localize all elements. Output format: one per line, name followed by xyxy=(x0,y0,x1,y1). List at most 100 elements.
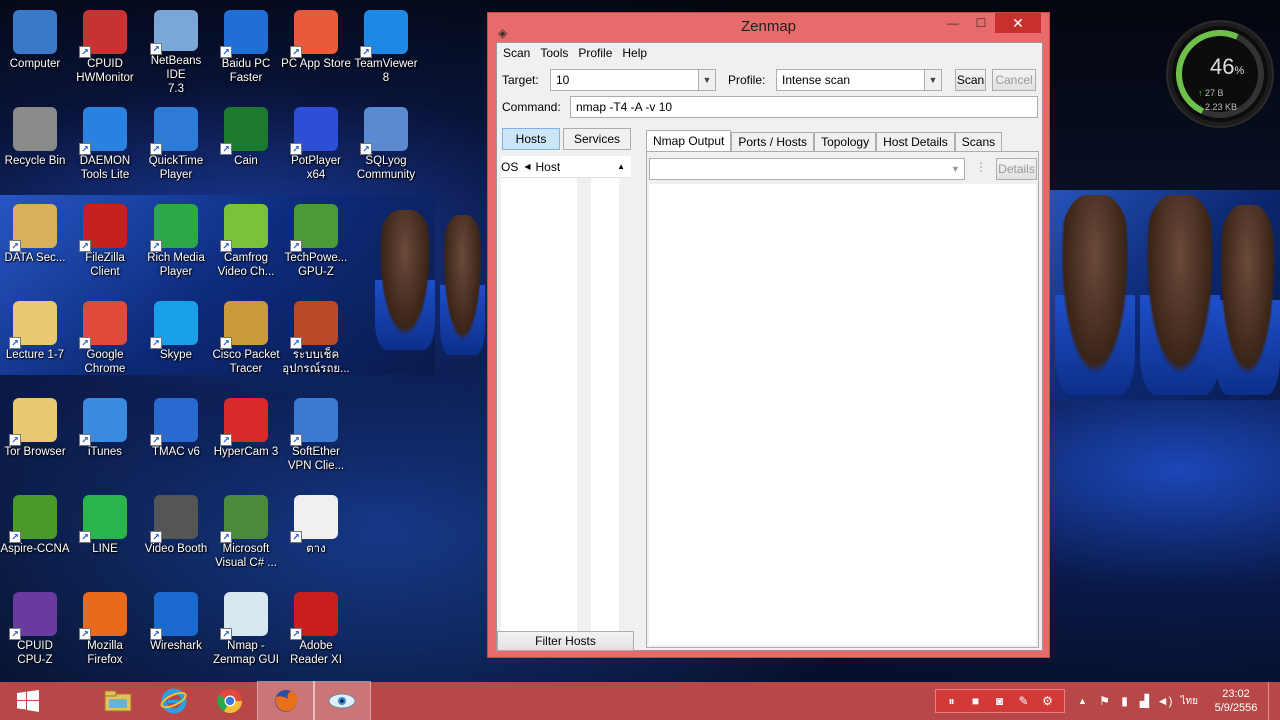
input-language[interactable]: ไทย xyxy=(1181,694,1198,709)
menu-scan[interactable]: Scan xyxy=(501,46,536,60)
column-host[interactable]: Host xyxy=(536,160,561,174)
stop-icon[interactable]: ■ xyxy=(968,694,984,708)
chevron-down-icon[interactable]: ▼ xyxy=(698,70,715,90)
desktop-icon[interactable]: ↗ Video Booth xyxy=(141,489,211,581)
taskbar-internet-explorer[interactable] xyxy=(146,682,202,720)
tab-ports-hosts[interactable]: Ports / Hosts xyxy=(731,132,815,152)
desktop-icon[interactable]: ↗ Microsoft Visual C# ... xyxy=(211,489,281,581)
menu-help[interactable]: Help xyxy=(620,46,653,60)
taskbar-chrome[interactable] xyxy=(202,682,258,720)
desktop-icon-label: ระบบเช็ค อุปกรณ์รถย... xyxy=(282,349,350,375)
desktop-icon[interactable]: ↗ DAEMON Tools Lite xyxy=(70,101,140,193)
action-center-flag-icon[interactable]: ⚑ xyxy=(1097,694,1113,708)
desktop-icon[interactable]: ↗ Wireshark xyxy=(141,586,211,678)
desktop-icon[interactable]: ↗ SQLyog Community xyxy=(351,101,421,193)
command-input[interactable]: nmap -T4 -A -v 10 xyxy=(570,96,1038,118)
desktop-icon[interactable]: ↗ Adobe Reader XI xyxy=(281,586,351,678)
settings-icon[interactable]: ⚙ xyxy=(1040,694,1056,708)
desktop-icon-label: CPUID HWMonitor xyxy=(76,58,134,84)
tab-topology[interactable]: Topology xyxy=(814,132,877,152)
draw-icon[interactable]: ✎ xyxy=(1016,694,1032,708)
taskbar-zenmap[interactable] xyxy=(313,681,371,720)
desktop-icon[interactable]: ↗ TechPowe... GPU-Z xyxy=(281,198,351,290)
signal-icon[interactable]: ▟ xyxy=(1137,694,1153,708)
sort-up-icon[interactable]: ▲ xyxy=(617,162,625,171)
desktop-icon[interactable]: ↗ Skype xyxy=(141,295,211,387)
minimize-button[interactable]: — xyxy=(939,13,967,33)
host-list-scrollbar[interactable] xyxy=(591,178,619,634)
desktop-icon[interactable]: ↗ FileZilla Client xyxy=(70,198,140,290)
desktop-icon[interactable]: ↗ ตาง xyxy=(281,489,351,581)
window-titlebar[interactable]: ◈ Zenmap — ☐ ✕ xyxy=(488,13,1049,41)
shortcut-arrow-icon: ↗ xyxy=(9,531,21,543)
chevron-down-icon[interactable]: ▼ xyxy=(924,70,941,90)
target-combo[interactable]: 10 ▼ xyxy=(550,69,716,91)
desktop-icon[interactable]: ↗ CPUID CPU-Z xyxy=(0,586,70,678)
desktop-icon[interactable]: ↗ DATA Sec... xyxy=(0,198,70,290)
scan-button[interactable]: Scan xyxy=(955,69,986,91)
tab-hosts[interactable]: Hosts xyxy=(502,128,560,150)
desktop-icon[interactable]: ↗ QuickTime Player xyxy=(141,101,211,193)
desktop-icon[interactable]: ↗ ระบบเช็ค อุปกรณ์รถย... xyxy=(281,295,351,387)
desktop-icon[interactable]: ↗ PotPlayer x64 xyxy=(281,101,351,193)
tab-services[interactable]: Services xyxy=(563,128,631,150)
shortcut-arrow-icon: ↗ xyxy=(79,143,91,155)
desktop-icon[interactable]: ↗ Cisco Packet Tracer xyxy=(211,295,281,387)
close-button[interactable]: ✕ xyxy=(995,13,1041,33)
line-icon: ↗ xyxy=(79,495,127,543)
host-list[interactable]: OS ◀ Host ▲ xyxy=(501,156,631,634)
nmap-output-text[interactable] xyxy=(649,184,1036,645)
folder-icon: ↗ xyxy=(9,398,57,446)
system-clock[interactable]: 23:02 5/9/2556 xyxy=(1204,687,1268,715)
desktop-icon[interactable]: ↗ TMAC v6 xyxy=(141,392,211,484)
network-icon[interactable]: ▮ xyxy=(1117,694,1133,708)
taskbar-firefox[interactable] xyxy=(257,681,315,720)
filter-hosts-button[interactable]: Filter Hosts xyxy=(497,631,634,651)
start-button[interactable] xyxy=(0,682,56,720)
maximize-button[interactable]: ☐ xyxy=(967,13,995,33)
desktop-icon[interactable]: ↗ PC App Store xyxy=(281,4,351,96)
profile-value[interactable]: Intense scan xyxy=(782,73,850,87)
desktop-icon[interactable]: ↗ Cain xyxy=(211,101,281,193)
desktop-icon[interactable]: ↗ LINE xyxy=(70,489,140,581)
clock-time: 23:02 xyxy=(1222,688,1250,700)
show-desktop-button[interactable] xyxy=(1268,682,1280,720)
taskbar-file-explorer[interactable] xyxy=(90,682,146,720)
desktop-icon[interactable]: ↗ iTunes xyxy=(70,392,140,484)
shortcut-arrow-icon: ↗ xyxy=(360,143,372,155)
menu-tools[interactable]: Tools xyxy=(538,46,574,60)
volume-icon[interactable]: ◄) xyxy=(1157,694,1173,708)
desktop-icon[interactable]: ↗ Nmap - Zenmap GUI xyxy=(211,586,281,678)
output-host-combo[interactable]: ▼ xyxy=(649,158,965,180)
desktop-icon[interactable]: ↗ TeamViewer 8 xyxy=(351,4,421,96)
desktop-icon[interactable]: Recycle Bin xyxy=(0,101,70,193)
column-os[interactable]: OS xyxy=(501,160,518,174)
desktop-icon[interactable]: ↗ CPUID HWMonitor xyxy=(70,4,140,96)
desktop-icon[interactable]: ↗ NetBeans IDE 7.3 xyxy=(141,4,211,96)
host-list-body[interactable] xyxy=(501,178,577,634)
desktop-icon[interactable]: ↗ HyperCam 3 xyxy=(211,392,281,484)
chevron-down-icon[interactable]: ▼ xyxy=(947,159,964,179)
record-pause-icon[interactable]: ⏸ xyxy=(944,694,960,709)
desktop-icon[interactable]: ↗ SoftEther VPN Clie... xyxy=(281,392,351,484)
desktop-icon[interactable]: Computer xyxy=(0,4,70,96)
tab-scans[interactable]: Scans xyxy=(954,132,1003,152)
desktop-icon[interactable]: ↗ Google Chrome xyxy=(70,295,140,387)
tab-host-details[interactable]: Host Details xyxy=(876,132,955,152)
menu-profile[interactable]: Profile xyxy=(576,46,618,60)
desktop-icon[interactable]: ↗ Tor Browser xyxy=(0,392,70,484)
tab-nmap-output[interactable]: Nmap Output xyxy=(646,130,732,152)
desktop-icon[interactable]: ↗ Aspire-CCNA xyxy=(0,489,70,581)
camera-icon[interactable]: ◙ xyxy=(992,694,1008,708)
target-input[interactable]: 10 xyxy=(556,73,569,87)
show-hidden-icons-icon[interactable]: ▲ xyxy=(1075,696,1091,706)
cancel-button[interactable]: Cancel xyxy=(992,69,1036,91)
desktop-icon[interactable]: ↗ Lecture 1-7 xyxy=(0,295,70,387)
details-button[interactable]: Details xyxy=(996,158,1037,180)
desktop-icon[interactable]: ↗ Rich Media Player xyxy=(141,198,211,290)
profile-combo[interactable]: Intense scan ▼ xyxy=(776,69,942,91)
desktop-icon[interactable]: ↗ Camfrog Video Ch... xyxy=(211,198,281,290)
desktop-icon[interactable]: ↗ Baidu PC Faster xyxy=(211,4,281,96)
desktop-icon[interactable]: ↗ Mozilla Firefox xyxy=(70,586,140,678)
shortcut-arrow-icon: ↗ xyxy=(150,143,162,155)
